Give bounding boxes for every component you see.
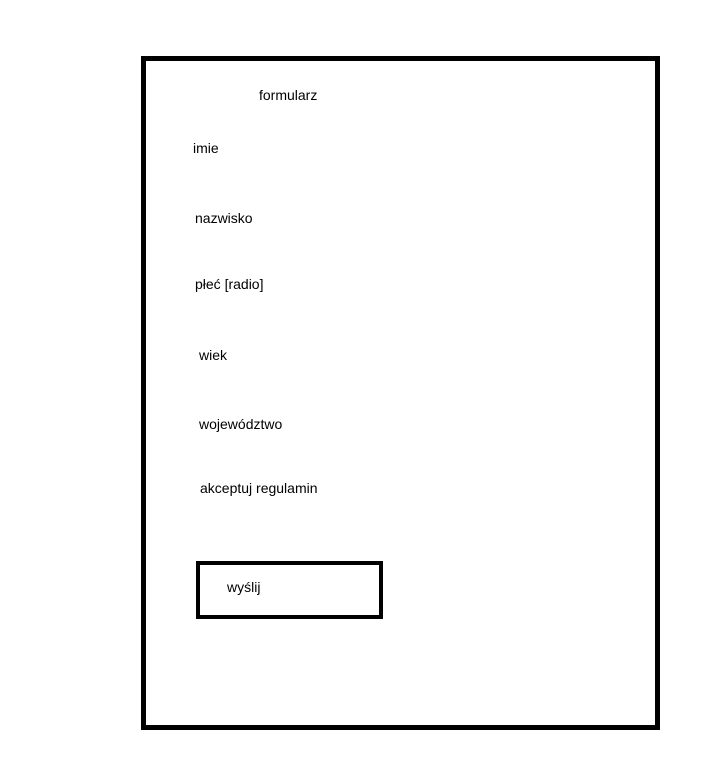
field-wojewodztwo-label: województwo	[199, 416, 283, 432]
submit-button-label: wyślij	[227, 579, 261, 595]
form-title: formularz	[259, 87, 318, 103]
field-nazwisko-label: nazwisko	[195, 210, 253, 226]
field-imie-label: imie	[193, 140, 219, 156]
field-regulamin-label: akceptuj regulamin	[200, 480, 318, 496]
field-wiek-label: wiek	[199, 347, 228, 363]
form-frame	[141, 56, 660, 730]
field-plec-label: płeć [radio]	[195, 276, 264, 292]
submit-button[interactable]: wyślij	[196, 561, 383, 619]
